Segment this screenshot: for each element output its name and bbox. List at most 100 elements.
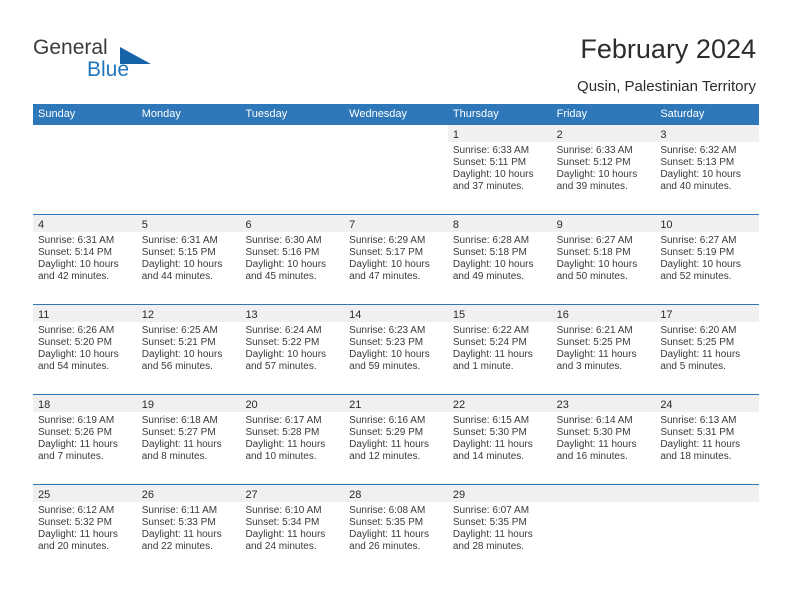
day-detail-line: Sunset: 5:35 PM (349, 517, 424, 529)
day-detail-line: Daylight: 11 hours (38, 439, 118, 451)
calendar-day-cell[interactable]: 16 Sunrise: 6:21 AM Sunset: 5:25 PM Dayligh… (551, 305, 656, 394)
day-details: Sunrise: 6:07 AM Sunset: 5:35 PM Daylight:… (448, 502, 552, 553)
calendar-day-cell[interactable]: 10 Sunrise: 6:27 AM Sunset: 5:19 PM Dayligh… (655, 215, 760, 304)
day-number-band (551, 485, 656, 502)
brand-logo[interactable]: General Blue (33, 36, 193, 88)
day-detail-line: Sunrise: 6:22 AM (452, 325, 530, 336)
day-detail-line: Sunrise: 6:28 AM (452, 235, 530, 246)
day-details: Sunrise: 6:14 AM Sunset: 5:30 PM Daylight:… (552, 412, 656, 463)
day-number-band: 26 (136, 485, 241, 502)
day-detail-line: Sunset: 5:16 PM (245, 247, 320, 259)
day-number-band: 21 (344, 395, 448, 412)
calendar-day-cell[interactable]: 19 Sunrise: 6:18 AM Sunset: 5:27 PM Dayligh… (136, 395, 241, 484)
day-detail-line: Sunrise: 6:32 AM (660, 145, 737, 156)
day-number: 27 (245, 489, 258, 501)
day-details: Sunrise: 6:13 AM Sunset: 5:31 PM Daylight:… (655, 412, 759, 463)
day-detail-line: and 49 minutes. (452, 271, 525, 283)
day-details: Sunrise: 6:12 AM Sunset: 5:32 PM Daylight:… (33, 502, 137, 553)
calendar-day-cell[interactable]: 14 Sunrise: 6:23 AM Sunset: 5:23 PM Dayligh… (344, 305, 448, 394)
day-detail-line: Sunset: 5:22 PM (245, 337, 320, 349)
calendar-day-cell[interactable]: 26 Sunrise: 6:11 AM Sunset: 5:33 PM Dayligh… (136, 485, 241, 574)
day-details: Sunrise: 6:25 AM Sunset: 5:21 PM Daylight:… (137, 322, 241, 373)
day-details: Sunrise: 6:16 AM Sunset: 5:29 PM Daylight:… (344, 412, 448, 463)
day-number-band (240, 125, 345, 142)
day-detail-line: Sunrise: 6:27 AM (660, 235, 737, 246)
day-detail-line: Sunrise: 6:15 AM (452, 415, 530, 426)
day-number-band: 14 (344, 305, 448, 322)
calendar-day-cell[interactable]: 22 Sunrise: 6:15 AM Sunset: 5:30 PM Dayligh… (447, 395, 552, 484)
calendar-day-cell[interactable]: 25 Sunrise: 6:12 AM Sunset: 5:32 PM Dayligh… (33, 485, 137, 574)
day-detail-line: and 24 minutes. (245, 541, 317, 553)
calendar-day-cell[interactable]: 21 Sunrise: 6:16 AM Sunset: 5:29 PM Dayligh… (344, 395, 448, 484)
day-detail-line: Sunset: 5:34 PM (245, 517, 320, 529)
day-detail-line: and 28 minutes. (452, 541, 525, 553)
calendar-day-cell[interactable]: 8 Sunrise: 6:28 AM Sunset: 5:18 PM Daylight… (447, 215, 552, 304)
calendar-day-cell[interactable]: 4 Sunrise: 6:31 AM Sunset: 5:14 PM Daylight… (33, 215, 137, 304)
day-detail-line: Sunset: 5:27 PM (141, 427, 216, 439)
day-detail-line: and 56 minutes. (141, 361, 213, 373)
day-number: 11 (38, 309, 50, 321)
day-number: 7 (349, 219, 356, 231)
day-number: 5 (141, 219, 148, 231)
calendar-day-cell[interactable]: 17 Sunrise: 6:20 AM Sunset: 5:25 PM Dayligh… (655, 305, 760, 394)
calendar-day-cell[interactable]: 13 Sunrise: 6:24 AM Sunset: 5:22 PM Dayligh… (240, 305, 345, 394)
day-detail-line: Sunrise: 6:11 AM (141, 505, 218, 516)
day-number: 15 (452, 309, 466, 321)
calendar-day-cell[interactable]: 27 Sunrise: 6:10 AM Sunset: 5:34 PM Dayligh… (240, 485, 345, 574)
day-detail-line: Sunrise: 6:23 AM (349, 325, 426, 336)
calendar-day-cell[interactable]: 9 Sunrise: 6:27 AM Sunset: 5:18 PM Daylight… (551, 215, 656, 304)
calendar-day-cell[interactable]: 7 Sunrise: 6:29 AM Sunset: 5:17 PM Daylight… (344, 215, 448, 304)
day-detail-line: and 18 minutes. (660, 451, 732, 463)
calendar-day-cell[interactable]: 5 Sunrise: 6:31 AM Sunset: 5:15 PM Daylight… (136, 215, 241, 304)
day-detail-line: Sunset: 5:14 PM (38, 247, 112, 259)
day-details: Sunrise: 6:29 AM Sunset: 5:17 PM Daylight:… (344, 232, 448, 283)
day-detail-line: Sunset: 5:18 PM (452, 247, 527, 259)
day-detail-line: Sunrise: 6:31 AM (141, 235, 218, 246)
calendar-day-cell[interactable]: 6 Sunrise: 6:30 AM Sunset: 5:16 PM Daylight… (240, 215, 345, 304)
calendar-day-cell-empty (655, 485, 760, 574)
day-detail-line: Daylight: 11 hours (245, 439, 326, 451)
day-number: 26 (141, 489, 154, 501)
day-detail-line: Daylight: 10 hours (660, 169, 741, 181)
day-details: Sunrise: 6:33 AM Sunset: 5:12 PM Daylight:… (552, 142, 656, 193)
calendar-day-cell[interactable]: 15 Sunrise: 6:22 AM Sunset: 5:24 PM Dayligh… (447, 305, 552, 394)
day-number-band: 11 (33, 305, 137, 322)
day-detail-line: Sunrise: 6:26 AM (38, 325, 115, 336)
day-detail-line: and 8 minutes. (141, 451, 208, 463)
calendar-day-cell[interactable]: 2 Sunrise: 6:33 AM Sunset: 5:12 PM Daylight… (551, 125, 656, 214)
calendar-day-cell[interactable]: 28 Sunrise: 6:08 AM Sunset: 5:35 PM Dayligh… (344, 485, 448, 574)
day-detail-line: and 40 minutes. (660, 181, 732, 193)
day-number: 8 (452, 219, 459, 231)
day-detail-line: Sunset: 5:15 PM (141, 247, 216, 259)
calendar-day-cell[interactable]: 3 Sunrise: 6:32 AM Sunset: 5:13 PM Daylight… (655, 125, 760, 214)
calendar-page: General Blue February 2024 Qusin, Palest… (0, 0, 792, 612)
day-details: Sunrise: 6:08 AM Sunset: 5:35 PM Daylight:… (344, 502, 448, 553)
day-number-band (655, 485, 760, 502)
calendar-day-cell[interactable]: 1 Sunrise: 6:33 AM Sunset: 5:11 PM Daylight… (447, 125, 552, 214)
day-detail-line: Daylight: 11 hours (556, 349, 637, 361)
brand-name-blue: Blue (87, 58, 130, 81)
day-details: Sunrise: 6:27 AM Sunset: 5:19 PM Daylight:… (655, 232, 759, 283)
day-detail-line: Sunset: 5:19 PM (660, 247, 735, 259)
calendar-day-cell[interactable]: 20 Sunrise: 6:17 AM Sunset: 5:28 PM Dayligh… (240, 395, 345, 484)
weekday-header-monday: Monday (141, 108, 181, 120)
day-number: 10 (660, 219, 673, 231)
calendar-day-cell[interactable]: 29 Sunrise: 6:07 AM Sunset: 5:35 PM Dayligh… (447, 485, 552, 574)
day-detail-line: Sunrise: 6:21 AM (556, 325, 633, 336)
day-detail-line: Daylight: 10 hours (38, 259, 119, 271)
calendar-day-cell[interactable]: 24 Sunrise: 6:13 AM Sunset: 5:31 PM Dayligh… (655, 395, 760, 484)
day-detail-line: and 57 minutes. (245, 361, 317, 373)
day-number: 4 (38, 219, 45, 231)
day-number-band: 24 (655, 395, 760, 412)
day-detail-line: and 44 minutes. (141, 271, 213, 283)
calendar-day-cell[interactable]: 11 Sunrise: 6:26 AM Sunset: 5:20 PM Dayligh… (33, 305, 137, 394)
calendar-day-cell[interactable]: 18 Sunrise: 6:19 AM Sunset: 5:26 PM Dayligh… (33, 395, 137, 484)
day-details (240, 142, 344, 145)
calendar-week-row: 4 Sunrise: 6:31 AM Sunset: 5:14 PM Daylight… (33, 214, 760, 304)
day-number-band: 4 (33, 215, 137, 232)
day-number-band: 3 (655, 125, 760, 142)
calendar-day-cell[interactable]: 12 Sunrise: 6:25 AM Sunset: 5:21 PM Dayligh… (136, 305, 241, 394)
calendar-day-cell[interactable]: 23 Sunrise: 6:14 AM Sunset: 5:30 PM Dayligh… (551, 395, 656, 484)
day-number-band (33, 125, 137, 142)
day-details: Sunrise: 6:27 AM Sunset: 5:18 PM Daylight:… (552, 232, 656, 283)
